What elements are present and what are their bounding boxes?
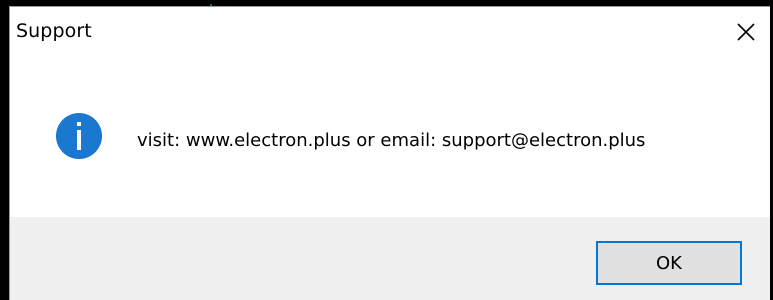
dialog-content: visit: www.electron.plus or email: suppo… xyxy=(10,55,770,217)
dialog-footer: OK xyxy=(10,217,770,300)
ok-button[interactable]: OK xyxy=(596,241,742,285)
close-icon xyxy=(737,23,755,41)
dialog-title: Support xyxy=(16,20,92,42)
close-button[interactable] xyxy=(726,13,766,51)
dialog-message: visit: www.electron.plus or email: suppo… xyxy=(137,130,646,151)
ok-button-focus-ring xyxy=(600,245,738,281)
title-bar: Support xyxy=(10,7,770,55)
info-icon xyxy=(56,113,102,159)
support-dialog: Support visit: www.electron.plus or emai… xyxy=(9,6,770,300)
